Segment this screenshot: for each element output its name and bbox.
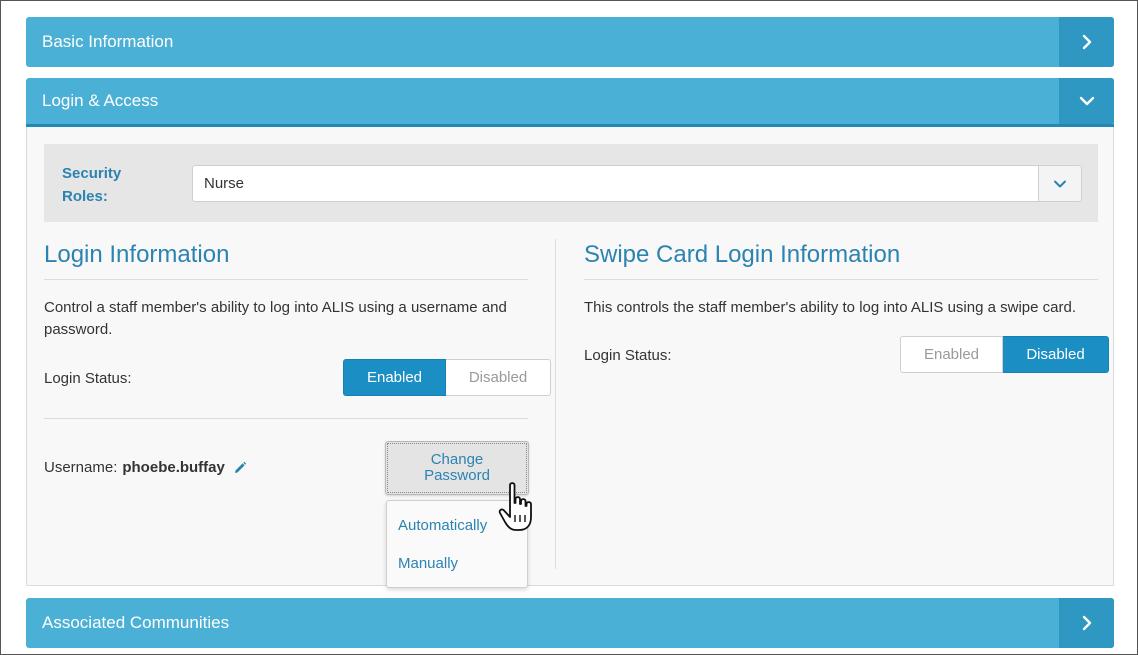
enabled-button[interactable]: Enabled	[900, 336, 1003, 373]
enabled-button[interactable]: Enabled	[343, 359, 446, 396]
username-row: Username: phoebe.buffay	[44, 459, 247, 476]
divider	[584, 279, 1098, 280]
security-roles-select[interactable]: Nurse	[192, 165, 1082, 202]
username-value: phoebe.buffay	[122, 459, 225, 476]
swipe-card-title: Swipe Card Login Information	[584, 241, 901, 268]
panel-title: Basic Information	[42, 32, 174, 51]
change-password-label-line1: Change	[430, 451, 484, 468]
swipe-card-description: This controls the staff member's ability…	[584, 299, 1076, 316]
panel-title: Login & Access	[42, 91, 159, 110]
swipe-login-status-toggle: Enabled Disabled	[900, 336, 1109, 373]
security-roles-bar: Security Roles: Nurse	[44, 144, 1098, 222]
divider	[44, 418, 528, 419]
login-status-toggle: Enabled Disabled	[343, 359, 551, 396]
menu-item-manually[interactable]: Manually	[398, 555, 458, 572]
panel-header-associated-communities[interactable]: Associated Communities	[26, 598, 1114, 648]
panel-header-basic-information[interactable]: Basic Information	[26, 17, 1114, 67]
security-roles-value: Nurse	[204, 175, 245, 192]
pencil-icon[interactable]	[233, 461, 247, 475]
security-roles-label: Security Roles:	[62, 165, 122, 205]
chevron-right-icon[interactable]	[1059, 17, 1114, 67]
menu-item-automatically[interactable]: Automatically	[398, 517, 487, 534]
disabled-button[interactable]: Disabled	[1003, 336, 1109, 373]
login-information-description: Control a staff member's ability to log …	[44, 299, 507, 338]
panel-header-login-access[interactable]: Login & Access	[26, 78, 1114, 127]
username-label: Username:	[44, 459, 118, 476]
column-divider	[555, 239, 556, 569]
change-password-label-line2: Password	[424, 467, 490, 484]
hand-cursor-icon	[498, 482, 532, 531]
login-status-label: Login Status:	[44, 370, 132, 387]
panel-title: Associated Communities	[42, 613, 230, 632]
disabled-button[interactable]: Disabled	[446, 359, 551, 396]
chevron-down-icon[interactable]	[1059, 78, 1114, 124]
swipe-login-status-label: Login Status:	[584, 347, 672, 364]
chevron-right-icon[interactable]	[1059, 598, 1114, 648]
login-access-panel-body: Security Roles: Nurse Login Information …	[26, 127, 1114, 588]
login-information-title: Login Information	[44, 241, 230, 268]
divider	[44, 279, 528, 280]
chevron-down-icon[interactable]	[1038, 166, 1081, 201]
